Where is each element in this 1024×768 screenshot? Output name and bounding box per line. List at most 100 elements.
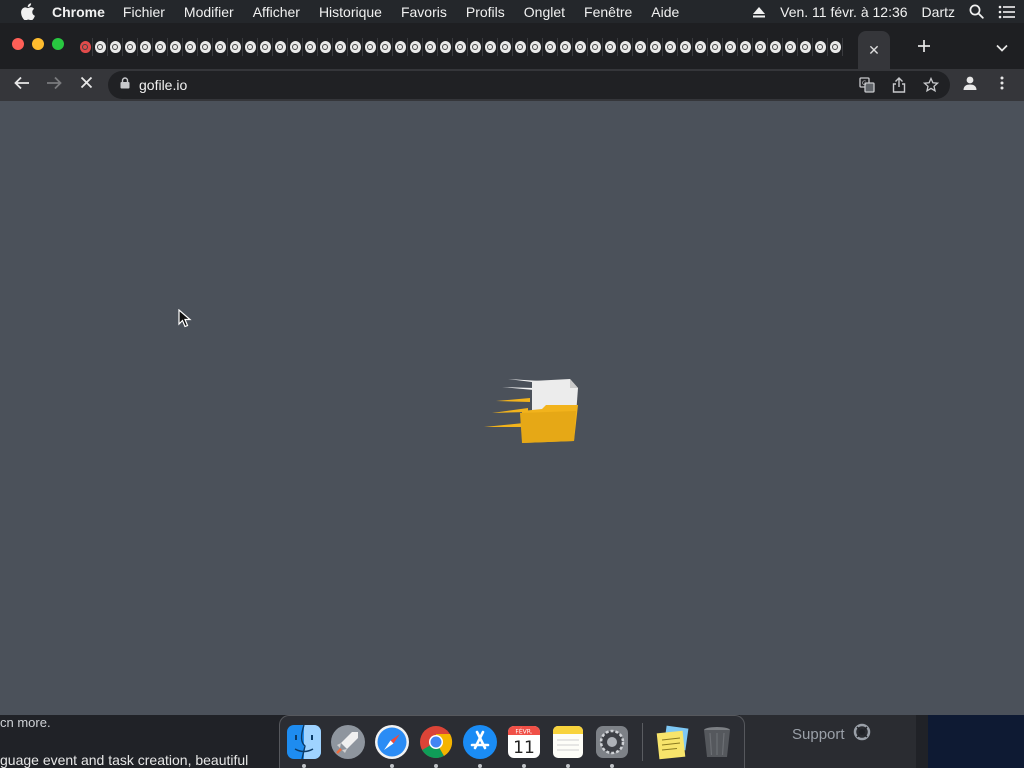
dock-trash[interactable] xyxy=(699,724,735,760)
window-zoom-button[interactable] xyxy=(52,38,64,50)
menu-datetime[interactable]: Ven. 11 févr. à 12:36 xyxy=(780,4,907,20)
dock-notes[interactable] xyxy=(550,724,586,768)
tab[interactable] xyxy=(408,38,423,56)
url-text[interactable]: gofile.io xyxy=(139,77,187,93)
back-button[interactable] xyxy=(10,73,34,97)
tab[interactable] xyxy=(723,38,738,56)
tab[interactable] xyxy=(438,38,453,56)
dock-app-store[interactable] xyxy=(462,724,498,768)
tab[interactable] xyxy=(558,38,573,56)
address-bar[interactable]: gofile.io G xyxy=(108,71,950,99)
menu-onglet[interactable]: Onglet xyxy=(524,4,565,20)
dock-system-preferences[interactable] xyxy=(594,724,630,768)
tab[interactable] xyxy=(663,38,678,56)
tab-search-button[interactable] xyxy=(990,36,1014,60)
tab[interactable] xyxy=(78,38,93,56)
notification-center-icon[interactable] xyxy=(998,5,1016,19)
tab[interactable] xyxy=(483,38,498,56)
tab[interactable] xyxy=(633,38,648,56)
menu-aide[interactable]: Aide xyxy=(651,4,679,20)
tab[interactable] xyxy=(303,38,318,56)
dock-calendar[interactable]: FÉVR. 11 xyxy=(506,724,542,768)
menu-afficher[interactable]: Afficher xyxy=(253,4,300,20)
tab[interactable] xyxy=(708,38,723,56)
tab[interactable] xyxy=(453,38,468,56)
tab[interactable] xyxy=(813,38,828,56)
chrome-menu-button[interactable] xyxy=(990,73,1014,97)
tab[interactable] xyxy=(123,38,138,56)
tab[interactable] xyxy=(513,38,528,56)
menu-profils[interactable]: Profils xyxy=(466,4,505,20)
tab[interactable] xyxy=(648,38,663,56)
tab[interactable] xyxy=(393,38,408,56)
share-icon[interactable] xyxy=(888,74,910,96)
lock-icon[interactable] xyxy=(120,76,130,94)
tab[interactable] xyxy=(108,38,123,56)
tab[interactable] xyxy=(543,38,558,56)
active-tab[interactable]: ✕ xyxy=(858,31,890,69)
apple-menu-icon[interactable] xyxy=(16,1,38,23)
tab[interactable] xyxy=(528,38,543,56)
tab[interactable] xyxy=(363,38,378,56)
tab-close-icon[interactable]: ✕ xyxy=(868,42,880,59)
tab[interactable] xyxy=(333,38,348,56)
tab[interactable] xyxy=(183,38,198,56)
tab[interactable] xyxy=(423,38,438,56)
profile-button[interactable] xyxy=(958,73,982,97)
tab[interactable] xyxy=(693,38,708,56)
forward-button[interactable] xyxy=(42,73,66,97)
tab[interactable] xyxy=(783,38,798,56)
tab[interactable] xyxy=(348,38,363,56)
tab[interactable] xyxy=(318,38,333,56)
chevron-down-icon xyxy=(996,39,1008,57)
tab[interactable] xyxy=(828,38,843,56)
tab[interactable] xyxy=(573,38,588,56)
tab[interactable] xyxy=(768,38,783,56)
tab[interactable] xyxy=(273,38,288,56)
spotlight-search-icon[interactable] xyxy=(969,4,984,19)
tab[interactable] xyxy=(678,38,693,56)
tab[interactable] xyxy=(288,38,303,56)
menu-app-name[interactable]: Chrome xyxy=(52,4,105,20)
support-link[interactable]: Support xyxy=(792,723,871,745)
tab[interactable] xyxy=(93,38,108,56)
menu-fichier[interactable]: Fichier xyxy=(123,4,165,20)
window-minimize-button[interactable] xyxy=(32,38,44,50)
tab-favicon-icon xyxy=(334,41,346,53)
menu-user[interactable]: Dartz xyxy=(922,4,955,20)
menu-historique[interactable]: Historique xyxy=(319,4,382,20)
dock-chrome[interactable] xyxy=(418,724,454,768)
tab[interactable] xyxy=(228,38,243,56)
new-tab-button[interactable] xyxy=(912,36,936,60)
tab[interactable] xyxy=(498,38,513,56)
tab[interactable] xyxy=(738,38,753,56)
dock-stickies[interactable] xyxy=(655,724,691,760)
menu-fenetre[interactable]: Fenêtre xyxy=(584,4,632,20)
tab[interactable] xyxy=(378,38,393,56)
tab[interactable] xyxy=(213,38,228,56)
page-viewport[interactable] xyxy=(0,101,1024,715)
tab[interactable] xyxy=(753,38,768,56)
tab[interactable] xyxy=(258,38,273,56)
window-close-button[interactable] xyxy=(12,38,24,50)
tab[interactable] xyxy=(468,38,483,56)
eject-icon[interactable] xyxy=(752,6,766,18)
tab[interactable] xyxy=(588,38,603,56)
dock-launchpad[interactable] xyxy=(330,724,366,760)
menu-modifier[interactable]: Modifier xyxy=(184,4,234,20)
tab[interactable] xyxy=(603,38,618,56)
tab[interactable] xyxy=(243,38,258,56)
tab[interactable] xyxy=(153,38,168,56)
tab[interactable] xyxy=(618,38,633,56)
translate-icon[interactable]: G xyxy=(856,74,878,96)
menu-favoris[interactable]: Favoris xyxy=(401,4,447,20)
dock-finder[interactable] xyxy=(286,724,322,768)
tab[interactable] xyxy=(798,38,813,56)
tab[interactable] xyxy=(198,38,213,56)
tab[interactable] xyxy=(138,38,153,56)
bookmark-star-icon[interactable] xyxy=(920,74,942,96)
tab[interactable] xyxy=(168,38,183,56)
stop-loading-button[interactable] xyxy=(74,73,98,97)
dock-safari[interactable] xyxy=(374,724,410,768)
menu-bar: Chrome Fichier Modifier Afficher Histori… xyxy=(0,0,1024,23)
